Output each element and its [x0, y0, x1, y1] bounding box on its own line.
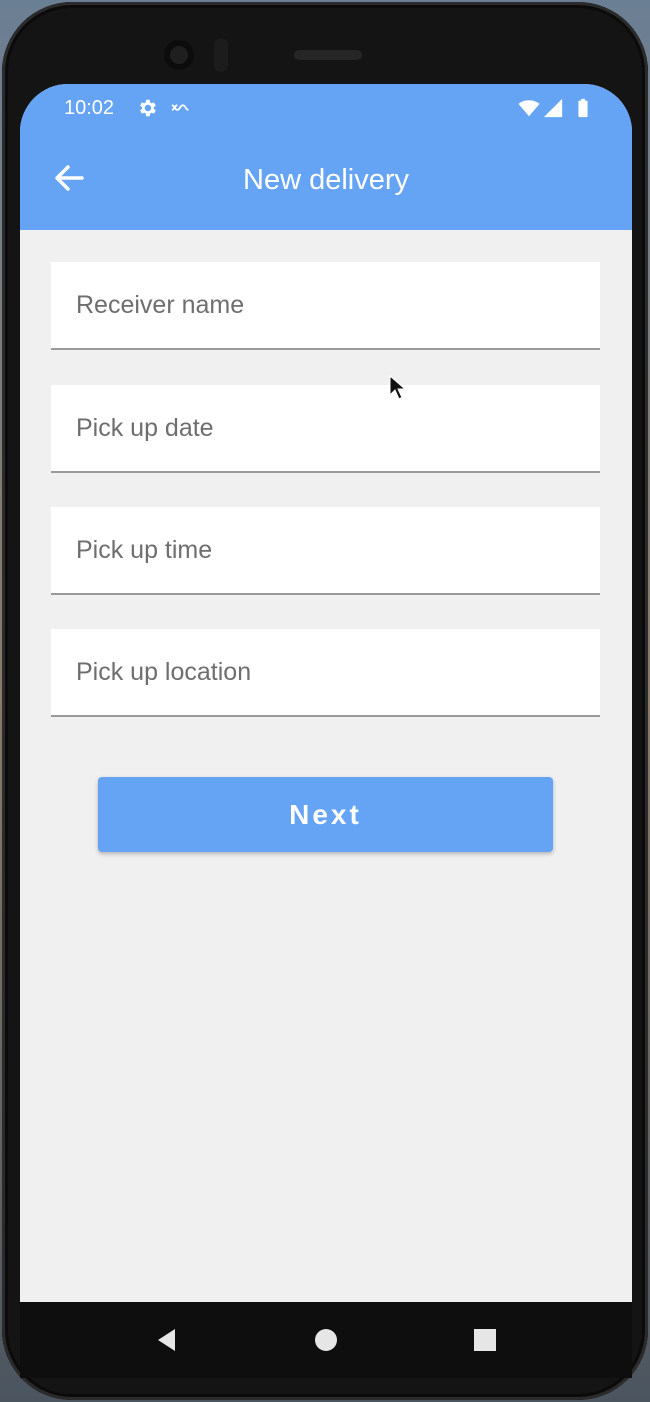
next-button[interactable]: Next — [98, 777, 553, 852]
app-bar: 10:02 New delivery — [20, 84, 632, 230]
receiver-name-field — [51, 262, 600, 350]
pick-up-location-input[interactable] — [51, 629, 600, 715]
status-time: 10:02 — [64, 97, 115, 119]
gear-icon — [136, 97, 158, 119]
pick-up-date-field — [51, 385, 600, 473]
front-camera — [164, 40, 194, 70]
page-title: New delivery — [243, 164, 409, 196]
proximity-sensor — [214, 38, 228, 72]
mouse-pointer-icon — [389, 375, 405, 400]
signal-dots-icon — [170, 97, 192, 119]
back-triangle-icon[interactable] — [153, 1326, 181, 1354]
pick-up-time-input[interactable] — [51, 507, 600, 593]
app-screen: 10:02 New delivery Receiver name Pick up… — [20, 84, 632, 1302]
wifi-icon — [518, 97, 540, 119]
receiver-name-input[interactable] — [51, 262, 600, 348]
battery-icon — [572, 97, 594, 119]
pick-up-location-field — [51, 629, 600, 717]
status-bar: 10:02 — [20, 84, 632, 132]
recents-square-icon[interactable] — [471, 1326, 499, 1354]
toolbar: New delivery — [20, 132, 632, 230]
cellular-icon — [542, 97, 564, 119]
pick-up-time-field — [51, 507, 600, 595]
system-nav-bar — [20, 1302, 632, 1378]
pick-up-date-input[interactable] — [51, 385, 600, 471]
earpiece-speaker — [294, 50, 362, 60]
home-circle-icon[interactable] — [312, 1326, 340, 1354]
